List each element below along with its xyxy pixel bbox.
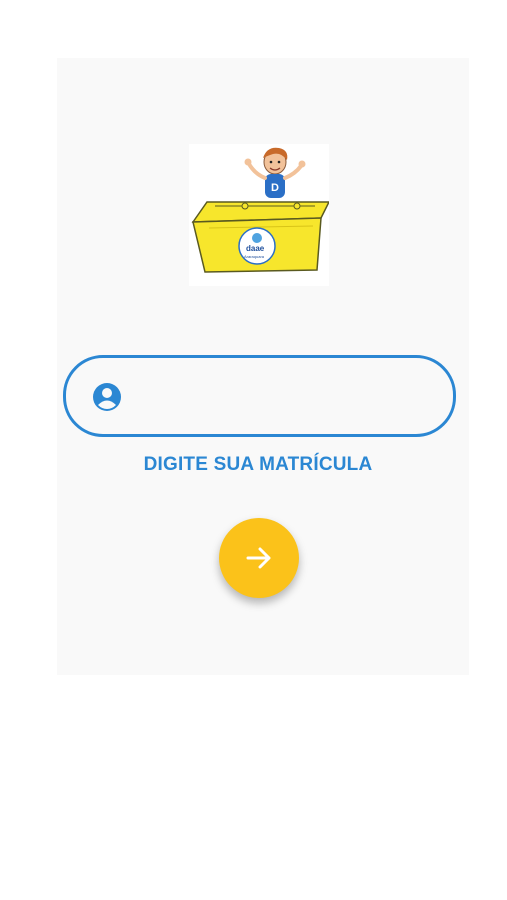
svg-text:Araraquara: Araraquara [244,254,265,259]
login-card: D daae Araraquara DIGITE SUA MATRÍCULA [57,58,469,675]
app-logo: D daae Araraquara [189,144,329,286]
account-circle-icon [93,383,121,411]
registration-hint-label: DIGITE SUA MATRÍCULA [143,454,373,475]
svg-text:daae: daae [246,244,265,253]
dumpster-mascot-logo-icon: D daae Araraquara [191,147,329,273]
registration-field[interactable] [63,355,456,437]
registration-input[interactable] [138,372,437,422]
submit-button[interactable] [219,518,299,598]
arrow-right-icon [246,547,271,569]
svg-text:D: D [271,182,279,194]
